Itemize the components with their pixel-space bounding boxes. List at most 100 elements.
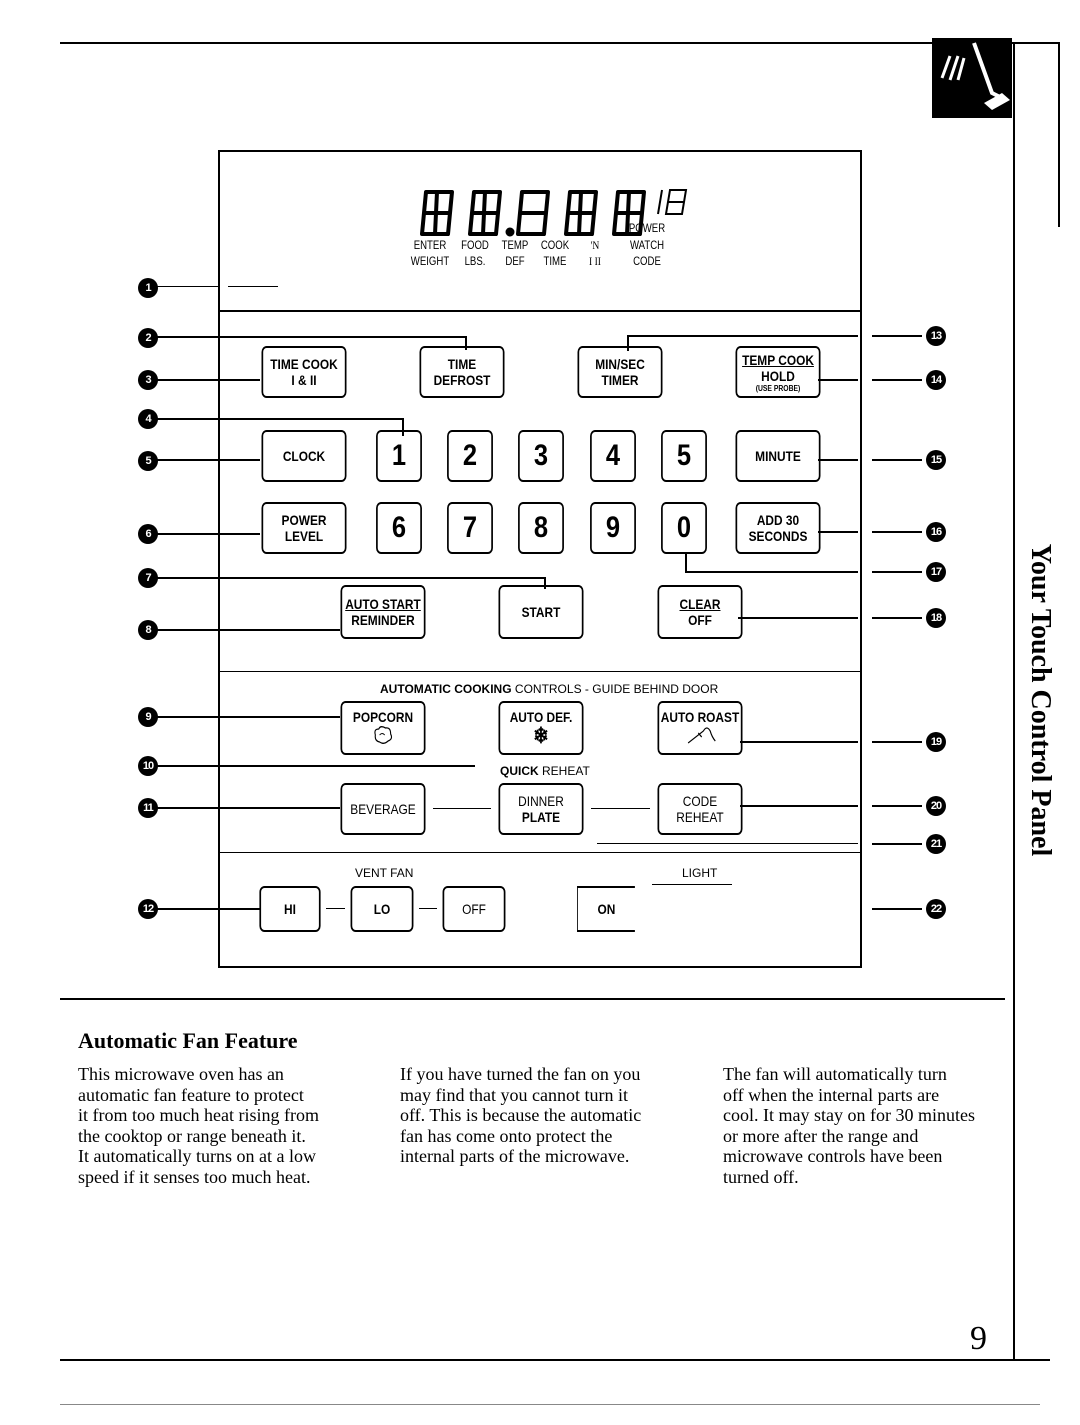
leader-14r — [872, 379, 922, 381]
callout-7: 7 — [138, 568, 158, 588]
auto-defrost-button[interactable]: AUTO DEF. ❄ — [498, 701, 584, 755]
time-defrost-label: TIME — [447, 356, 477, 372]
lcd-digit-2 — [468, 190, 502, 236]
light-label-rule — [652, 884, 732, 885]
auto-roast-label: AUTO ROAST — [660, 709, 740, 725]
number-7-button[interactable]: 7 — [447, 502, 493, 554]
leader-18r — [872, 617, 922, 619]
number-3-button[interactable]: 3 — [518, 430, 564, 482]
leader-1 — [150, 286, 218, 287]
leader-20r — [872, 805, 922, 807]
page-right-border — [1013, 42, 1015, 1360]
fan-off-button[interactable]: OFF — [442, 886, 506, 932]
number-label: 0 — [676, 511, 692, 544]
meat-probe-icon — [687, 727, 716, 744]
light-on-button[interactable]: ON — [577, 886, 635, 932]
fan-lo-label: LO — [373, 901, 391, 917]
callout-12: 12 — [138, 899, 158, 919]
leader-17-drop — [685, 552, 687, 572]
display-divider — [218, 310, 862, 312]
minute-button[interactable]: MINUTE — [735, 430, 821, 482]
bottom-rule — [60, 1359, 1050, 1361]
tab-right-border — [1058, 42, 1060, 227]
connector — [433, 808, 491, 809]
lcd-label-watch-code: WATCH CODE — [629, 238, 665, 268]
callout-18: 18 — [926, 608, 946, 628]
number-8-button[interactable]: 8 — [518, 502, 564, 554]
lcd-label-n-i-ii: 'N I II — [589, 238, 601, 268]
leader-3 — [150, 379, 260, 381]
dinner-label: DINNER — [518, 793, 564, 809]
callout-22: 22 — [926, 899, 946, 919]
leader-4 — [150, 418, 403, 420]
leader-7-drop — [544, 577, 546, 589]
time-cook-button[interactable]: TIME COOK I & II — [261, 346, 347, 398]
leader-15 — [818, 459, 858, 461]
number-1-button[interactable]: 1 — [376, 430, 422, 482]
number-label: 6 — [391, 511, 407, 544]
start-button[interactable]: START — [498, 585, 584, 639]
callout-20: 20 — [926, 796, 946, 816]
time-cook-label: TIME COOK — [270, 356, 338, 372]
callout-5: 5 — [138, 451, 158, 471]
leader-15r — [872, 459, 922, 461]
hand-touch-icon — [932, 38, 1012, 118]
auto-cooking-rest: CONTROLS - GUIDE BEHIND DOOR — [511, 682, 719, 696]
leader-12 — [150, 908, 260, 910]
lcd-digit-1 — [420, 190, 454, 236]
callout-4: 4 — [138, 409, 158, 429]
article-divider — [60, 998, 1005, 1000]
number-5-button[interactable]: 5 — [661, 430, 707, 482]
leader-4-drop — [402, 418, 404, 436]
leader-8 — [150, 629, 340, 631]
dinner-plate-button[interactable]: DINNER PLATE — [498, 783, 584, 835]
quick-reheat-heading: QUICK REHEAT — [500, 764, 590, 778]
light-on-label: ON — [597, 901, 616, 917]
number-2-button[interactable]: 2 — [447, 430, 493, 482]
callout-11: 11 — [138, 798, 158, 818]
min-sec-timer-button[interactable]: MIN/SEC TIMER — [577, 346, 663, 398]
popcorn-button[interactable]: POPCORN — [340, 701, 426, 755]
callout-14: 14 — [926, 370, 946, 390]
add-30-seconds-button[interactable]: ADD 30 SECONDS — [735, 502, 821, 554]
number-6-button[interactable]: 6 — [376, 502, 422, 554]
auto-roast-button[interactable]: AUTO ROAST — [657, 701, 743, 755]
callout-3: 3 — [138, 370, 158, 390]
callout-10: 10 — [138, 756, 158, 776]
beverage-button[interactable]: BEVERAGE — [340, 783, 426, 835]
minute-label: MINUTE — [755, 448, 801, 464]
clock-label: CLOCK — [282, 448, 326, 464]
leader-11 — [150, 807, 340, 809]
time-defrost-button[interactable]: TIME DEFROST — [419, 346, 505, 398]
number-9-button[interactable]: 9 — [590, 502, 636, 554]
connector — [419, 908, 437, 909]
fan-lo-button[interactable]: LO — [350, 886, 414, 932]
power-level-button[interactable]: POWER LEVEL — [261, 502, 347, 554]
leader-16r — [872, 531, 922, 533]
light-label: LIGHT — [682, 866, 718, 880]
use-probe-label: (USE PROBE) — [755, 383, 801, 393]
callout-21: 21 — [926, 834, 946, 854]
code-reheat-button[interactable]: CODE REHEAT — [657, 783, 743, 835]
leader-20 — [740, 805, 858, 807]
power-label: POWER — [281, 512, 327, 528]
left-leader-spine — [218, 270, 219, 680]
reminder-label: REMINDER — [351, 612, 415, 628]
lcd-digit-3 — [516, 190, 550, 236]
fan-hi-button[interactable]: HI — [259, 886, 321, 932]
clear-off-button[interactable]: CLEAR OFF — [657, 585, 743, 639]
lcd-label-cook-time: COOK TIME — [540, 238, 570, 268]
auto-start-reminder-button[interactable]: AUTO START REMINDER — [340, 585, 426, 639]
start-label: START — [521, 604, 561, 620]
temp-cook-label: TEMP COOK — [742, 351, 814, 368]
off-label: OFF — [688, 612, 712, 628]
leader-7 — [150, 577, 545, 579]
min-sec-label: MIN/SEC — [595, 356, 645, 372]
leader-13 — [628, 335, 858, 337]
clock-button[interactable]: CLOCK — [261, 430, 347, 482]
timer-label: TIMER — [601, 372, 639, 388]
number-0-button[interactable]: 0 — [661, 502, 707, 554]
temp-cook-hold-button[interactable]: TEMP COOK HOLD (USE PROBE) — [735, 346, 821, 398]
reheat-label: REHEAT — [676, 809, 724, 825]
number-4-button[interactable]: 4 — [590, 430, 636, 482]
